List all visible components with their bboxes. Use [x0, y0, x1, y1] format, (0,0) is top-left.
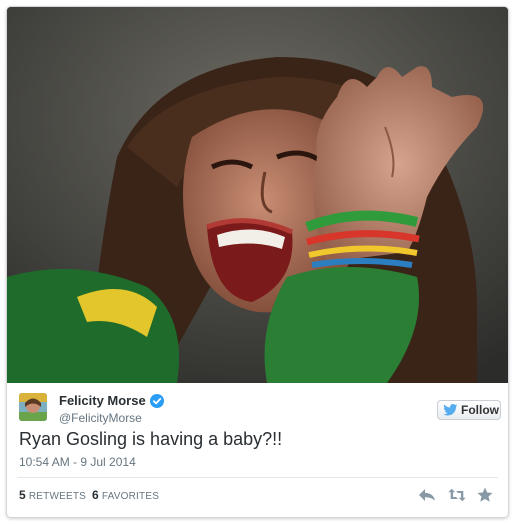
twitter-bird-icon	[443, 404, 458, 416]
avatar-photo-icon	[19, 393, 47, 421]
tweet-photo[interactable]	[7, 7, 508, 383]
retweets-stat[interactable]: 5 RETWEETS	[19, 488, 87, 502]
reply-icon[interactable]	[418, 487, 436, 503]
tweet-stats: 5 RETWEETS 6 FAVORITES	[19, 488, 159, 504]
tweet-author: Felicity Morse @FelicityMorse Follow	[19, 393, 501, 433]
retweet-icon[interactable]	[448, 487, 466, 503]
divider	[17, 477, 498, 478]
tweet-actions	[418, 487, 498, 503]
avatar[interactable]	[19, 393, 47, 421]
favorites-count: 6	[92, 488, 99, 502]
tweet-timestamp[interactable]: 10:54 AM - 9 Jul 2014	[19, 454, 136, 470]
author-name[interactable]: Felicity Morse	[59, 393, 164, 409]
follow-label: Follow	[461, 403, 499, 417]
follow-button[interactable]: Follow	[437, 400, 501, 420]
author-display-name[interactable]: Felicity Morse	[59, 393, 146, 408]
tweet-card: Felicity Morse @FelicityMorse Follow Rya…	[6, 6, 509, 518]
favorites-label: FAVORITES	[101, 491, 160, 502]
favorites-stat[interactable]: 6 FAVORITES	[92, 488, 160, 502]
star-icon[interactable]	[476, 487, 494, 503]
author-handle[interactable]: @FelicityMorse	[59, 411, 142, 425]
retweets-label: RETWEETS	[28, 491, 87, 502]
tweet-text: Ryan Gosling is having a baby?!!	[19, 429, 283, 449]
verified-badge-icon	[149, 394, 164, 408]
retweets-count: 5	[19, 488, 26, 502]
